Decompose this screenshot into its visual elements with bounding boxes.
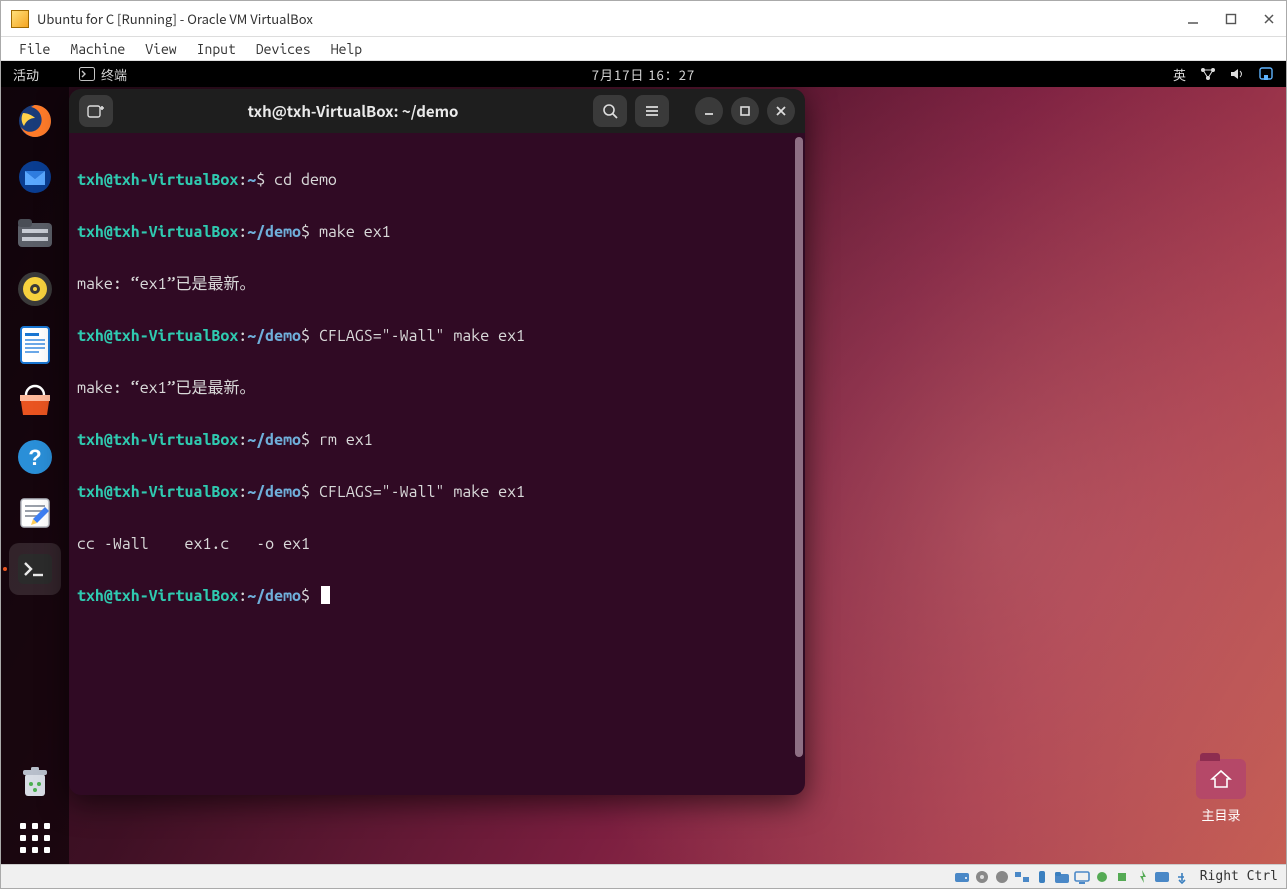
terminal-scrollbar[interactable]: [795, 137, 803, 757]
close-icon: [775, 105, 787, 117]
terminal-line: make: “ex1”已是最新。: [77, 375, 797, 401]
terminal-line: cc -Wall ex1.c -o ex1: [77, 531, 797, 557]
sb-keyboard-icon[interactable]: [1154, 869, 1170, 885]
dock-libreoffice-writer[interactable]: [9, 319, 61, 371]
dock-rhythmbox[interactable]: [9, 263, 61, 315]
dock-files[interactable]: [9, 207, 61, 259]
desktop-folder-label: 主目录: [1201, 805, 1240, 824]
network-icon: [1200, 67, 1216, 81]
terminal-menu-button[interactable]: [635, 95, 669, 127]
terminal-body[interactable]: txh@txh-VirtualBox:~$ cd demo txh@txh-Vi…: [69, 133, 805, 795]
window-minimize-button[interactable]: [1186, 12, 1200, 26]
input-method-indicator[interactable]: 英: [1173, 65, 1186, 84]
dock-thunderbird[interactable]: [9, 151, 61, 203]
host-key-label: Right Ctrl: [1200, 869, 1278, 884]
virtualbox-statusbar: Right Ctrl: [1, 864, 1286, 888]
dock-terminal[interactable]: [9, 543, 61, 595]
sb-harddisk-icon[interactable]: [954, 869, 970, 885]
menu-view[interactable]: View: [137, 39, 184, 59]
sb-optical-icon[interactable]: [974, 869, 990, 885]
terminal-small-icon: [79, 67, 95, 81]
virtualbox-menubar: File Machine View Input Devices Help: [1, 37, 1286, 61]
volume-icon: [1230, 67, 1244, 81]
terminal-line: txh@txh-VirtualBox:~$ cd demo: [77, 167, 797, 193]
terminal-search-button[interactable]: [593, 95, 627, 127]
dock-text-editor[interactable]: [9, 487, 61, 539]
vm-display[interactable]: 活动 终端 7月17日 16：27 英: [1, 61, 1286, 864]
terminal-headerbar[interactable]: txh@txh-VirtualBox: ~/demo: [69, 89, 805, 133]
dock-show-applications[interactable]: [9, 812, 61, 864]
virtualbox-window: Ubuntu for C [Running] - Oracle VM Virtu…: [0, 0, 1287, 889]
menu-input[interactable]: Input: [189, 39, 244, 59]
window-close-button[interactable]: [1262, 12, 1276, 26]
terminal-minimize-button[interactable]: [695, 97, 723, 125]
terminal-cursor: [321, 586, 330, 604]
sb-recording-icon[interactable]: [1094, 869, 1110, 885]
sb-display-icon[interactable]: [1074, 869, 1090, 885]
ubuntu-top-bar: 活动 终端 7月17日 16：27 英: [1, 61, 1286, 87]
sb-hostkey-arrow-icon: [1174, 869, 1190, 885]
sb-usb-icon[interactable]: [1034, 869, 1050, 885]
system-tray[interactable]: 英: [1173, 65, 1274, 84]
sb-audio-icon[interactable]: [994, 869, 1010, 885]
virtualbox-titlebar[interactable]: Ubuntu for C [Running] - Oracle VM Virtu…: [1, 1, 1286, 37]
dock-trash[interactable]: [9, 756, 61, 808]
menu-machine[interactable]: Machine: [62, 39, 133, 59]
menu-file[interactable]: File: [11, 39, 58, 59]
activities-button[interactable]: 活动: [13, 65, 39, 84]
menu-help[interactable]: Help: [323, 39, 370, 59]
terminal-line: txh@txh-VirtualBox:~/demo$ make ex1: [77, 219, 797, 245]
top-bar-app-label: 终端: [101, 65, 127, 84]
search-icon: [602, 103, 618, 119]
sb-network-icon[interactable]: [1014, 869, 1030, 885]
terminal-maximize-button[interactable]: [731, 97, 759, 125]
menu-devices[interactable]: Devices: [248, 39, 319, 59]
sb-processor-icon[interactable]: [1114, 869, 1130, 885]
terminal-window[interactable]: txh@txh-VirtualBox: ~/demo: [69, 89, 805, 795]
svg-text:?: ?: [28, 445, 41, 470]
terminal-line: txh@txh-VirtualBox:~/demo$ CFLAGS="-Wall…: [77, 479, 797, 505]
clock[interactable]: 7月17日 16：27: [592, 65, 695, 84]
virtualbox-icon: [11, 10, 29, 28]
terminal-title: txh@txh-VirtualBox: ~/demo: [121, 101, 585, 122]
power-menu-icon: [1258, 67, 1274, 81]
desktop-home-folder[interactable]: 主目录: [1196, 759, 1246, 824]
terminal-line: txh@txh-VirtualBox:~/demo$: [77, 583, 797, 609]
ubuntu-dock: ?: [1, 87, 69, 864]
home-icon: [1196, 759, 1246, 799]
ubuntu-desktop: 活动 终端 7月17日 16：27 英: [1, 61, 1286, 864]
terminal-close-button[interactable]: [767, 97, 795, 125]
virtualbox-title: Ubuntu for C [Running] - Oracle VM Virtu…: [37, 9, 1186, 28]
window-maximize-button[interactable]: [1224, 12, 1238, 26]
dock-help[interactable]: ?: [9, 431, 61, 483]
dock-ubuntu-software[interactable]: [9, 375, 61, 427]
terminal-line: txh@txh-VirtualBox:~/demo$ rm ex1: [77, 427, 797, 453]
terminal-line: make: “ex1”已是最新。: [77, 271, 797, 297]
terminal-new-tab-button[interactable]: [79, 95, 113, 127]
hamburger-icon: [644, 104, 660, 118]
top-bar-app-indicator[interactable]: 终端: [79, 65, 127, 84]
terminal-line: txh@txh-VirtualBox:~/demo$ CFLAGS="-Wall…: [77, 323, 797, 349]
sb-mouse-integration-icon[interactable]: [1134, 869, 1150, 885]
dock-firefox[interactable]: [9, 95, 61, 147]
sb-shared-folders-icon[interactable]: [1054, 869, 1070, 885]
